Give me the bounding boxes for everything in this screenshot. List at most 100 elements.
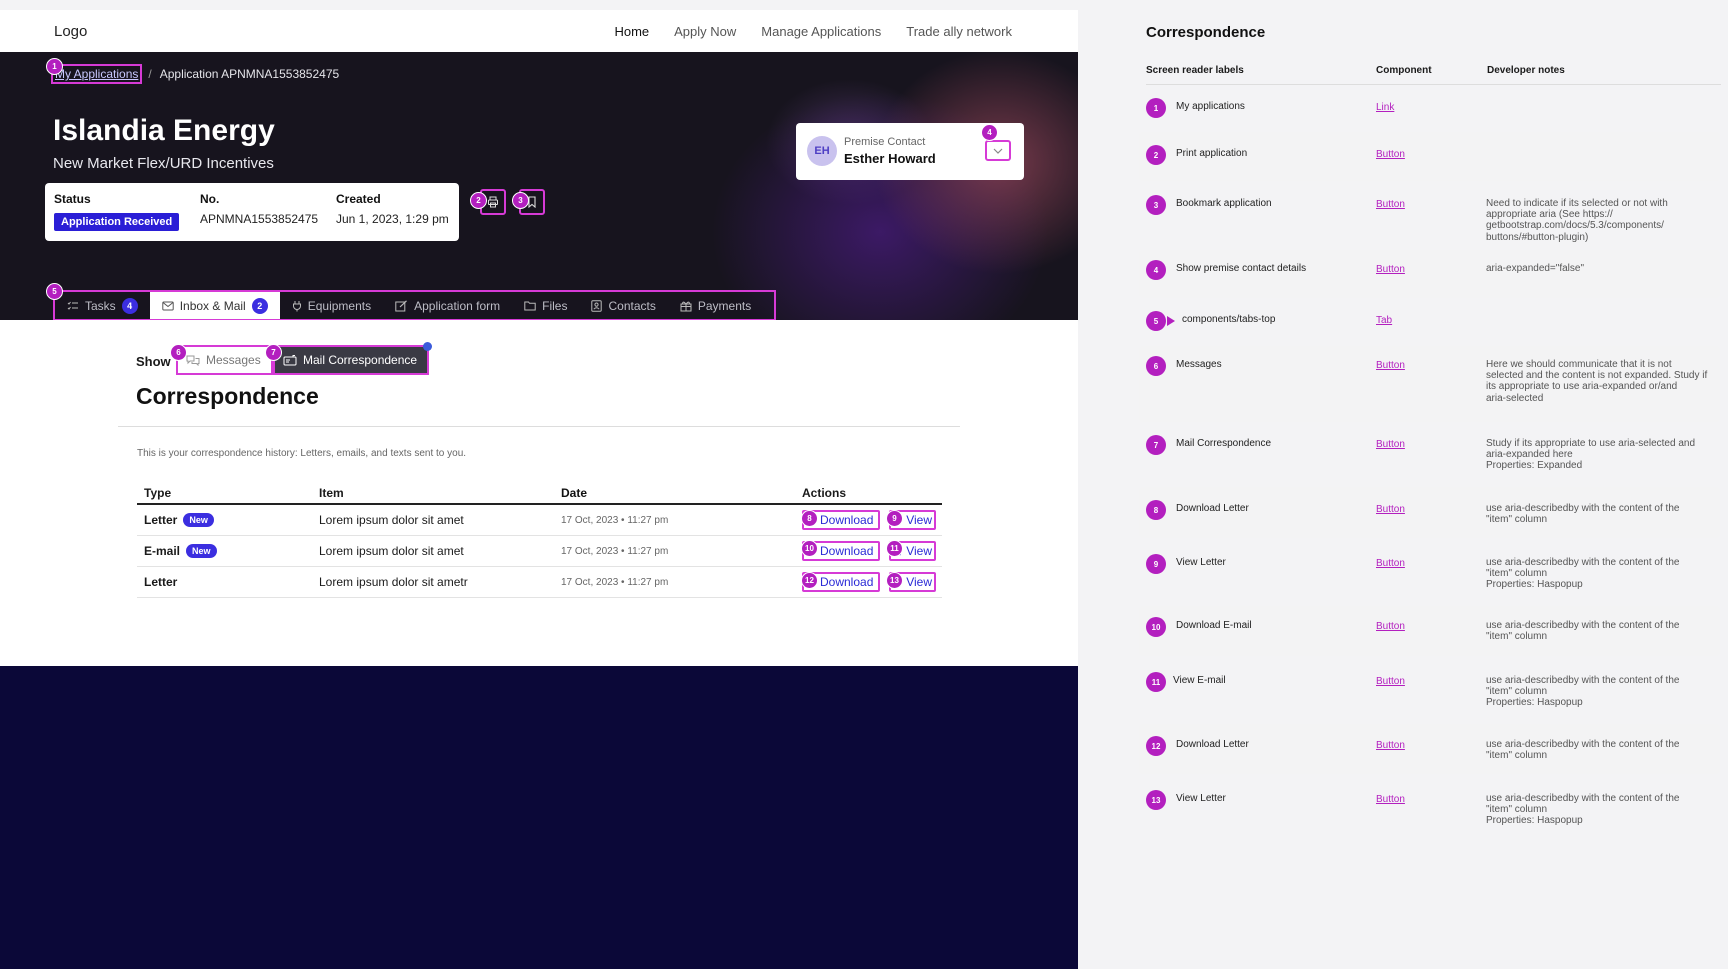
notes-row: 8 Download Letter Button use aria-descri… [1139,487,1720,538]
number-label: No. [200,192,220,206]
row-component-link[interactable]: Button [1376,676,1405,687]
row-number: 8 [1146,500,1166,520]
section-description: This is your correspondence history: Let… [137,448,467,459]
table-row: Letter Lorem ipsum dolor sit ametr 17 Oc… [137,567,942,598]
annotation-marker-9: 9 [886,510,903,527]
row-note: use aria-describedby with the content of… [1486,793,1680,827]
notes-row: 2 Print application Button [1139,132,1720,181]
view-label: View [906,575,932,589]
row-component-link[interactable]: Link [1376,102,1394,113]
annotation-marker-13: 13 [886,572,903,589]
row-number: 12 [1146,736,1166,756]
gift-icon [680,301,692,311]
tab-files[interactable]: Files [512,292,579,319]
mail-correspondence-toggle-button[interactable]: Mail Correspondence [273,345,429,375]
nav-link-apply-now[interactable]: Apply Now [674,24,736,39]
row-note: use aria-describedby with the content of… [1486,503,1680,526]
tab-equipments[interactable]: Equipments [280,292,383,319]
show-contact-details-button[interactable] [985,140,1011,161]
folder-icon [524,301,536,310]
row-component-link[interactable]: Button [1376,439,1405,450]
header-date: Date [561,486,588,500]
row-label: Download Letter [1176,503,1249,514]
nav-link-home[interactable]: Home [614,24,649,39]
nav-link-trade-ally-network[interactable]: Trade ally network [906,24,1012,39]
contact-card-icon [591,299,603,312]
tabs-top: Tasks 4 Inbox & Mail 2 Equipments Applic… [53,290,776,321]
tab-label: Tasks [85,298,116,313]
avatar: EH [807,136,837,166]
status-card: Status Application Received No. APNMNA15… [45,183,459,241]
chevron-down-icon [993,148,1003,154]
tab-count-badge: 4 [121,297,138,314]
notes-row: 1 My applications Link [1139,93,1720,123]
status-column: Status Application Received [54,192,200,232]
created-value: Jun 1, 2023, 1:29 pm [336,212,449,226]
table-row: E-mail New Lorem ipsum dolor sit amet 17… [137,536,942,567]
row-number: 5 [1146,311,1166,331]
view-label: View [906,513,932,527]
show-label: Show [136,354,171,369]
tab-label: Inbox & Mail [179,298,246,313]
row-note: Study if its appropriate to use aria-sel… [1486,438,1696,472]
row-component-link[interactable]: Button [1376,740,1405,751]
row-component-link[interactable]: Button [1376,621,1405,632]
main-content: Show Messages Mail Correspondence Corres… [0,320,1078,666]
annotation-marker-8: 8 [801,510,818,527]
row-label: View Letter [1176,793,1226,804]
page-title: Islandia Energy [53,114,275,147]
header-item: Item [319,486,344,500]
header-actions: Actions [802,486,847,500]
row-label: Print application [1176,148,1248,159]
row-component-link[interactable]: Button [1376,199,1405,210]
tab-inbox-mail[interactable]: Inbox & Mail 2 [149,292,280,319]
row-label: Bookmark application [1176,198,1272,209]
panel-title: Correspondence [1146,24,1266,41]
row-component-link[interactable]: Button [1376,504,1405,515]
row-component-link[interactable]: Button [1376,264,1405,275]
annotation-marker-10: 10 [801,540,818,557]
row-note: use aria-describedby with the content of… [1486,675,1680,709]
new-badge: New [183,513,214,527]
app-artboard: Logo Home Apply Now Manage Applications … [0,10,1078,969]
nav-links: Home Apply Now Manage Applications Trade… [614,24,1012,39]
row-component-link[interactable]: Button [1376,149,1405,160]
breadcrumb: My Applications / Application APNMNA1553… [50,64,339,84]
panel-table-header: Screen reader labels Component Developer… [1146,65,1721,85]
notes-row: 6 Messages Button Here we should communi… [1139,346,1720,422]
edit-form-icon [395,299,408,311]
breadcrumb-my-applications-link[interactable]: My Applications [50,64,143,84]
row-component-link[interactable]: Button [1376,794,1405,805]
messages-toggle-button[interactable]: Messages [176,345,273,375]
row-component-link[interactable]: Button [1376,360,1405,371]
download-label: Download [820,544,874,558]
notes-row: 4 Show premise contact details Button ar… [1139,250,1720,298]
row-label: Download Letter [1176,739,1249,750]
view-label: View [906,544,932,558]
row-number: 9 [1146,554,1166,574]
contact-name: Esther Howard [844,151,936,166]
row-component-link[interactable]: Button [1376,558,1405,569]
logo[interactable]: Logo [54,23,87,40]
row-component-link[interactable]: Tab [1376,315,1392,326]
row-note: aria-expanded="false" [1486,263,1584,274]
messages-toggle-label: Messages [206,353,261,367]
row-note: Here we should communicate that it is no… [1486,359,1708,404]
cell-item: Lorem ipsum dolor sit ametr [319,575,468,589]
cell-item: Lorem ipsum dolor sit amet [319,513,464,527]
row-label: Download E-mail [1176,620,1252,631]
tab-tasks[interactable]: Tasks 4 [55,292,150,319]
tab-payments[interactable]: Payments [668,292,763,319]
annotation-marker-7: 7 [265,344,282,361]
download-label: Download [820,513,874,527]
table-header: Type Item Date Actions [137,483,942,505]
tab-contacts[interactable]: Contacts [579,292,667,319]
cell-type: E-mail New [137,544,319,558]
notes-row: 3 Bookmark application Button Need to in… [1139,190,1720,243]
mailbox-icon [283,354,297,365]
nav-link-manage-applications[interactable]: Manage Applications [761,24,881,39]
created-column: Created Jun 1, 2023, 1:29 pm [336,192,449,232]
cell-actions: Download View [802,510,942,530]
notes-row: 7 Mail Correspondence Button Study if it… [1139,431,1720,483]
tab-application-form[interactable]: Application form [383,292,512,319]
